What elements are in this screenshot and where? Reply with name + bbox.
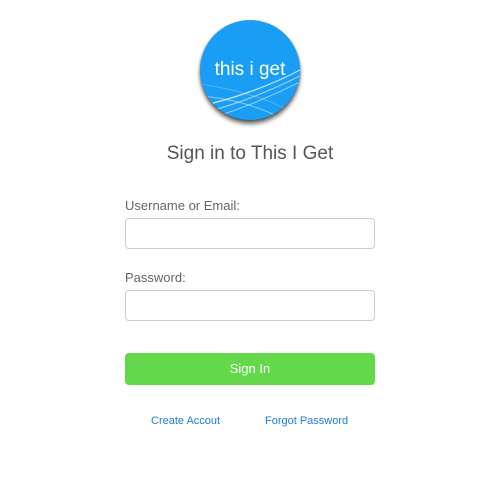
logo-text: this i get [214,59,286,80]
app-logo: this i get [200,20,300,120]
forgot-password-link[interactable]: Forgot Password [265,414,348,428]
username-label: Username or Email: [125,198,240,213]
create-account-link[interactable]: Create Accout [151,414,220,428]
password-label: Password: [125,270,186,285]
sign-in-page: this i get Sign in to This I Get Usernam… [0,0,500,500]
page-title: Sign in to This I Get [166,143,334,164]
sign-in-button[interactable]: Sign In [125,353,375,385]
password-input[interactable] [125,290,375,321]
username-input[interactable] [125,218,375,249]
